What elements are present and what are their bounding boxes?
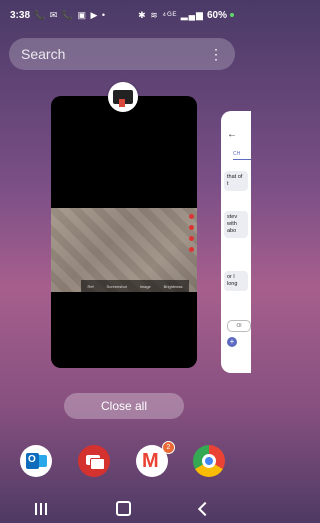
suggestion-chip: Ol <box>227 320 251 332</box>
search-placeholder: Search <box>21 46 66 62</box>
outlook-app-icon[interactable] <box>20 445 52 477</box>
preview-side-tools <box>189 214 195 252</box>
gmail-notification-badge: 2 <box>162 441 175 454</box>
notification-icons: 📞 ✉ 📞 ▣ ▶ • <box>34 9 107 20</box>
message-bubble: stev with abo <box>224 211 248 238</box>
connectivity-icons: ✱ ≋ ⁴ᴳᴱ ▂▄▆ <box>138 9 204 20</box>
tool-dot-icon <box>189 214 194 219</box>
clock: 3:38 <box>10 9 31 21</box>
connect-app-icon[interactable] <box>108 82 138 112</box>
message-bubble: or l long <box>224 271 248 291</box>
tool-dot-icon <box>189 247 194 252</box>
recent-app-card[interactable]: Ref Screenshot Image Brightness <box>51 96 197 368</box>
messages-app-icon[interactable] <box>78 445 110 477</box>
back-arrow-icon: ← <box>227 129 237 140</box>
add-icon: + <box>227 337 237 347</box>
preview-toolbar-item: Ref <box>87 283 94 289</box>
app-dock: M 2 <box>0 441 244 481</box>
tool-dot-icon <box>189 236 194 241</box>
search-bar[interactable]: Search ⋮ <box>9 38 235 70</box>
preview-toolbar-item: Screenshot <box>106 283 127 289</box>
chrome-app-icon[interactable] <box>193 445 225 477</box>
app-preview-image: Ref Screenshot Image Brightness <box>51 208 197 292</box>
home-button[interactable] <box>115 501 131 516</box>
navigation-bar <box>0 494 244 523</box>
tool-dot-icon <box>189 225 194 230</box>
preview-toolbar: Ref Screenshot Image Brightness <box>81 280 189 292</box>
secondary-app-card[interactable]: ← CH that of t stev with abo or l long O… <box>221 111 251 373</box>
close-all-button[interactable]: Close all <box>64 393 184 419</box>
message-bubble: that of t <box>224 171 248 191</box>
recent-apps-button[interactable] <box>34 502 47 515</box>
preview-toolbar-item: Brightness <box>163 283 183 289</box>
privacy-dot-icon <box>230 13 234 17</box>
chat-tab-label: CH <box>233 151 241 157</box>
status-bar: 3:38 📞 ✉ 📞 ▣ ▶ • ✱ ≋ ⁴ᴳᴱ ▂▄▆ 60% <box>0 0 244 30</box>
battery-level: 60% <box>206 9 227 21</box>
tab-indicator <box>233 159 251 160</box>
preview-toolbar-item: Image <box>139 283 151 289</box>
back-button[interactable] <box>197 501 212 516</box>
more-options-icon[interactable]: ⋮ <box>209 46 223 63</box>
